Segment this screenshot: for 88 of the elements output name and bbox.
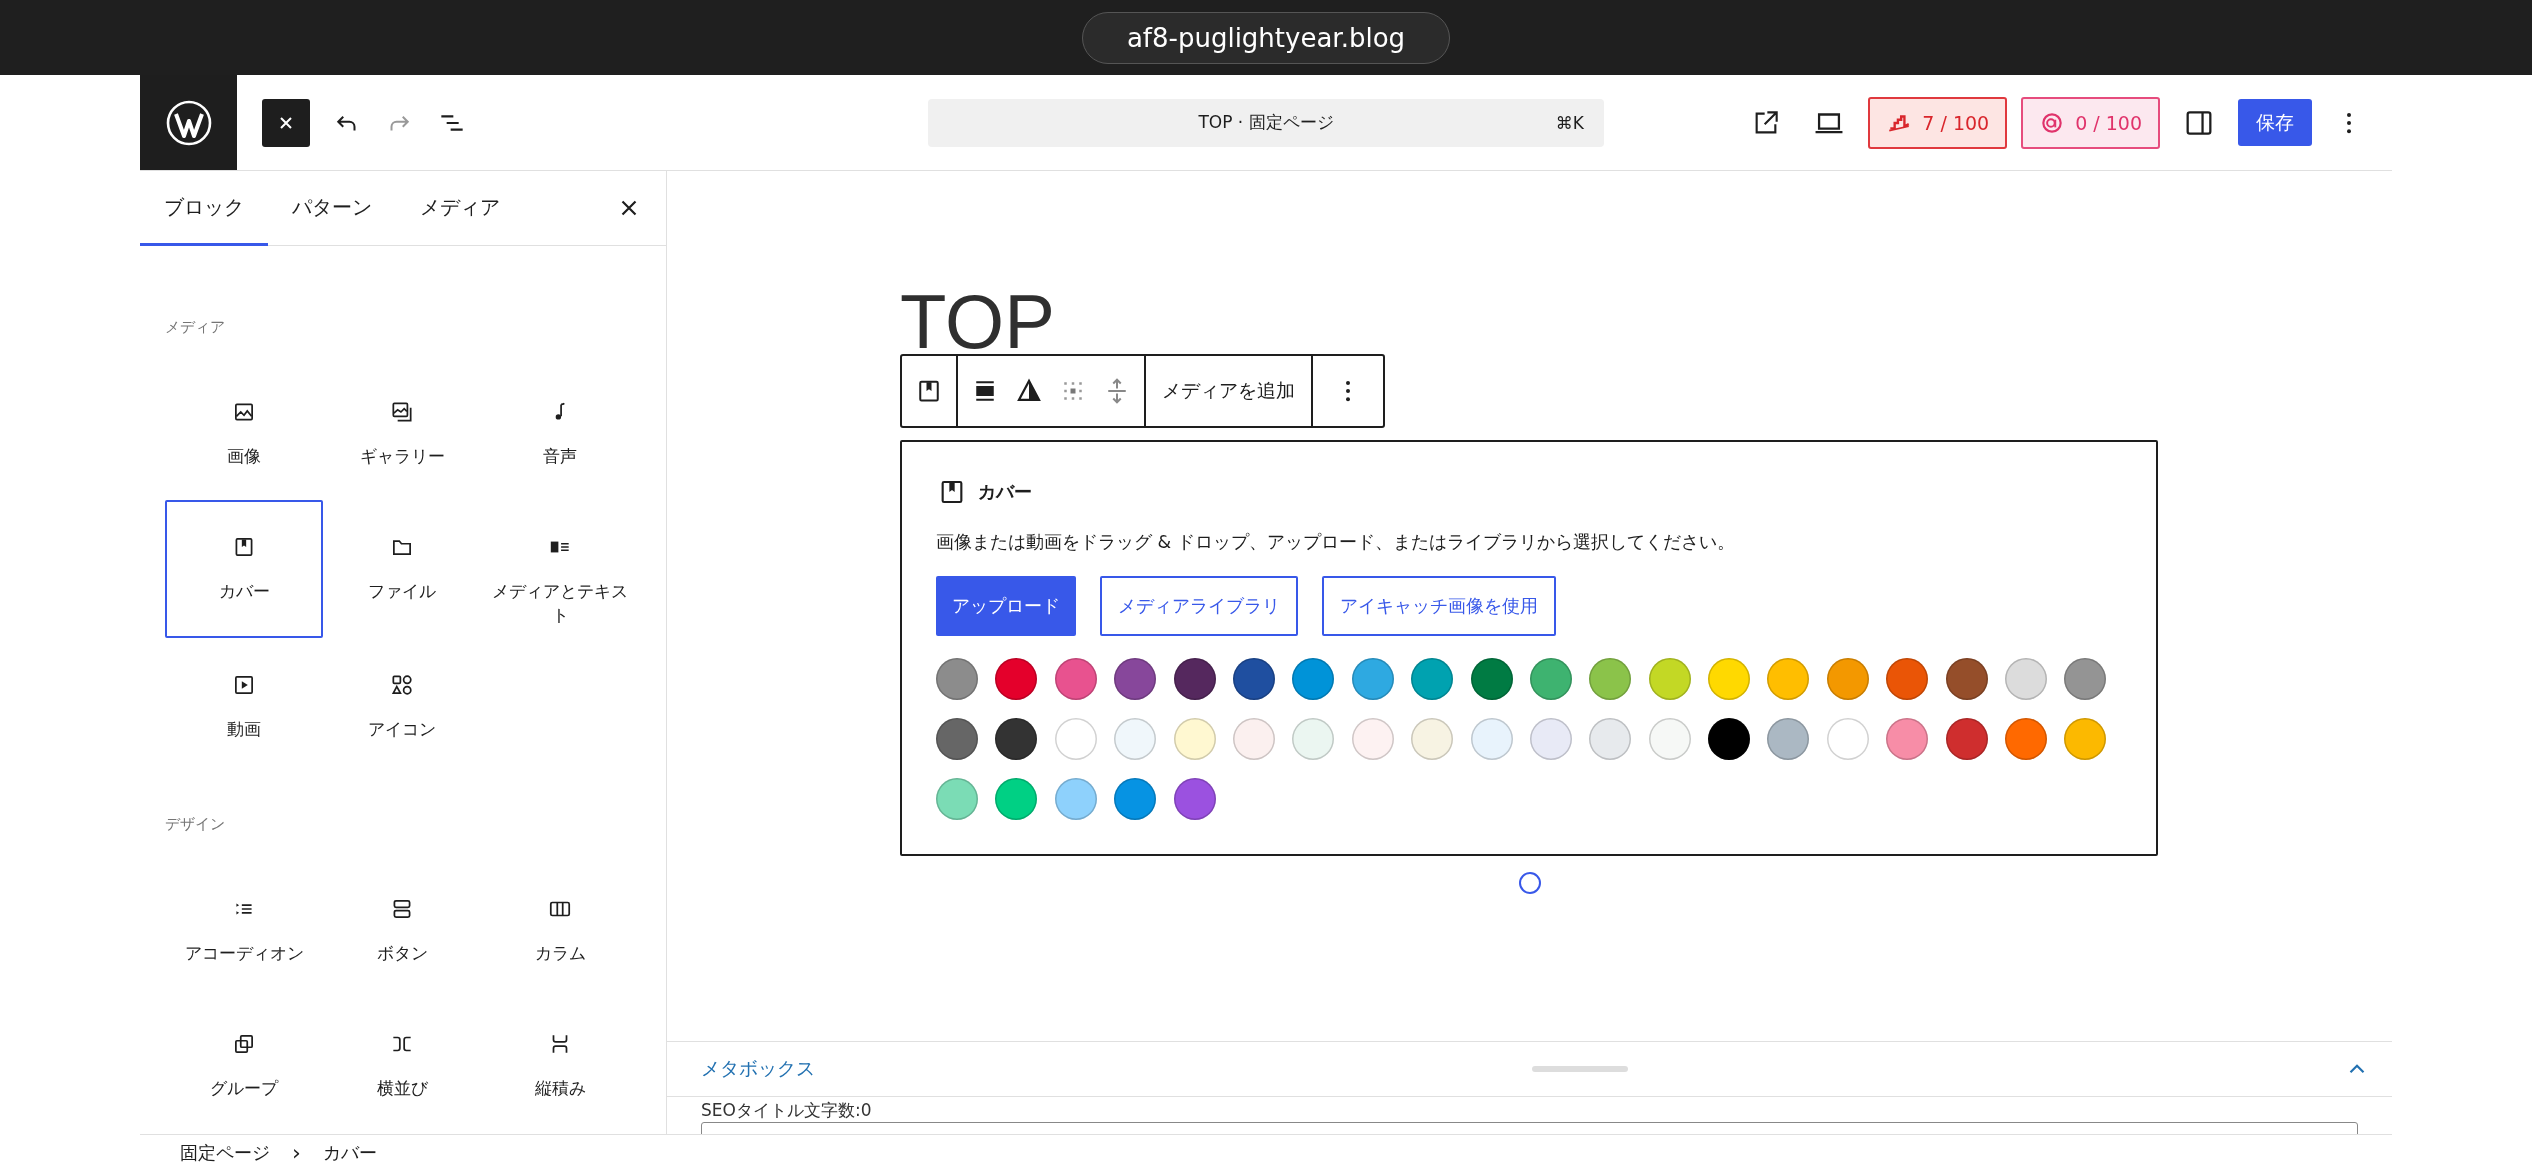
inserter-tab[interactable]: パターン xyxy=(268,171,396,246)
color-swatch[interactable] xyxy=(1470,718,1513,760)
block-item[interactable]: カラム xyxy=(481,861,639,997)
color-swatch[interactable] xyxy=(1114,778,1157,820)
color-swatch[interactable] xyxy=(1589,718,1632,760)
color-swatch[interactable] xyxy=(2005,718,2048,760)
save-button[interactable]: 保存 xyxy=(2238,99,2312,146)
block-item[interactable]: 音声 xyxy=(481,365,639,500)
color-swatch[interactable] xyxy=(1945,718,1988,760)
color-swatch[interactable] xyxy=(936,718,978,760)
color-swatch[interactable] xyxy=(2005,658,2048,700)
gallery-icon xyxy=(389,399,415,425)
block-item[interactable]: アイコン xyxy=(323,637,481,773)
address-bar[interactable]: af8-puglightyear.blog xyxy=(1081,11,1451,64)
breadcrumb-link[interactable]: カバー xyxy=(322,1140,377,1165)
breadcrumb-separator: › xyxy=(292,1140,301,1165)
color-swatch[interactable] xyxy=(1173,718,1216,760)
color-swatch[interactable] xyxy=(1054,778,1097,820)
color-swatch[interactable] xyxy=(1232,658,1275,700)
color-swatch[interactable] xyxy=(1767,658,1810,700)
shortcut-hint: ⌘K xyxy=(1555,112,1584,133)
resize-handle[interactable] xyxy=(1531,1066,1628,1072)
block-item[interactable]: ボタン xyxy=(323,861,481,997)
color-swatch[interactable] xyxy=(1470,658,1513,700)
field-label: SEOタイトル文字数:0 xyxy=(701,1101,873,1120)
block-item[interactable]: 横並び xyxy=(323,996,481,1132)
color-swatch[interactable] xyxy=(1114,658,1157,700)
block-item[interactable]: アコーディオン xyxy=(165,861,323,997)
block-item[interactable]: ギャラリー xyxy=(323,365,481,500)
add-media-button[interactable]: メディアを追加 xyxy=(1158,378,1299,404)
instructions-text: 画像または動画をドラッグ & ドロップ、アップロード、またはライブラリから選択してください。 xyxy=(936,531,1736,554)
media-button[interactable]: アイキャッチ画像を使用 xyxy=(1322,576,1556,636)
color-swatch[interactable] xyxy=(1054,658,1097,700)
color-swatch[interactable] xyxy=(2064,658,2107,700)
color-swatch[interactable] xyxy=(2064,718,2107,760)
color-swatch[interactable] xyxy=(1351,718,1394,760)
block-item[interactable]: ファイル xyxy=(323,500,481,638)
color-swatch[interactable] xyxy=(1945,658,1988,700)
post-title[interactable]: TOP xyxy=(900,284,2160,354)
color-swatch[interactable] xyxy=(1173,658,1216,700)
seo-score-button[interactable]: 7 / 100 xyxy=(1868,96,2008,149)
color-swatch[interactable] xyxy=(936,778,978,820)
block-item[interactable]: グループ xyxy=(165,996,323,1132)
color-swatch[interactable] xyxy=(1826,718,1869,760)
logo-icon[interactable] xyxy=(140,75,237,170)
color-swatch[interactable] xyxy=(1886,718,1929,760)
color-swatch[interactable] xyxy=(1054,718,1097,760)
color-swatch[interactable] xyxy=(1708,718,1751,760)
block-appender[interactable] xyxy=(1519,872,1541,894)
color-swatch[interactable] xyxy=(1351,658,1394,700)
color-swatch[interactable] xyxy=(1529,658,1572,700)
inserter-tab[interactable]: メディア xyxy=(396,171,524,246)
ai-score-button[interactable]: 0 / 100 xyxy=(2021,96,2160,149)
color-swatch[interactable] xyxy=(1589,658,1632,700)
block-item[interactable]: メディアとテキスト xyxy=(481,500,639,638)
color-swatch[interactable] xyxy=(1232,718,1275,760)
color-swatch[interactable] xyxy=(1886,658,1929,700)
block-label: カバー xyxy=(978,480,1032,504)
color-swatch[interactable] xyxy=(1648,658,1691,700)
color-swatch[interactable] xyxy=(1114,718,1157,760)
color-swatch[interactable] xyxy=(1648,718,1691,760)
block-item[interactable]: 縦積み xyxy=(481,996,639,1132)
block-item[interactable]: カバー xyxy=(165,500,323,638)
close-button[interactable] xyxy=(262,98,310,147)
color-swatch[interactable] xyxy=(1708,658,1751,700)
color-swatch[interactable] xyxy=(1411,658,1454,700)
color-swatch[interactable] xyxy=(1411,718,1454,760)
breadcrumb-link[interactable]: 固定ページ xyxy=(180,1140,270,1165)
color-swatch[interactable] xyxy=(995,778,1038,820)
color-swatch[interactable] xyxy=(1292,658,1335,700)
block-item[interactable]: 画像 xyxy=(165,365,323,500)
media-button[interactable]: メディアライブラリ xyxy=(1100,576,1298,636)
upload-button[interactable]: アップロード xyxy=(936,576,1076,636)
metabox-toggle[interactable]: メタボックス xyxy=(701,1056,815,1082)
page-title: TOP · 固定ページ xyxy=(1198,111,1334,134)
color-swatch[interactable] xyxy=(1292,718,1335,760)
section-heading: メディア xyxy=(165,318,226,337)
color-swatch[interactable] xyxy=(1173,778,1216,820)
color-swatch[interactable] xyxy=(1529,718,1572,760)
command-bar[interactable]: TOP · 固定ページ ⌘K xyxy=(928,98,1604,147)
color-swatch[interactable] xyxy=(1767,718,1810,760)
section-heading: デザイン xyxy=(165,814,226,834)
inserter-tab[interactable]: ブロック xyxy=(140,171,268,246)
color-swatch[interactable] xyxy=(936,658,978,700)
color-swatch[interactable] xyxy=(995,718,1038,760)
color-swatch[interactable] xyxy=(995,658,1038,700)
color-swatch[interactable] xyxy=(1826,658,1869,700)
block-item[interactable]: 動画 xyxy=(165,637,323,773)
